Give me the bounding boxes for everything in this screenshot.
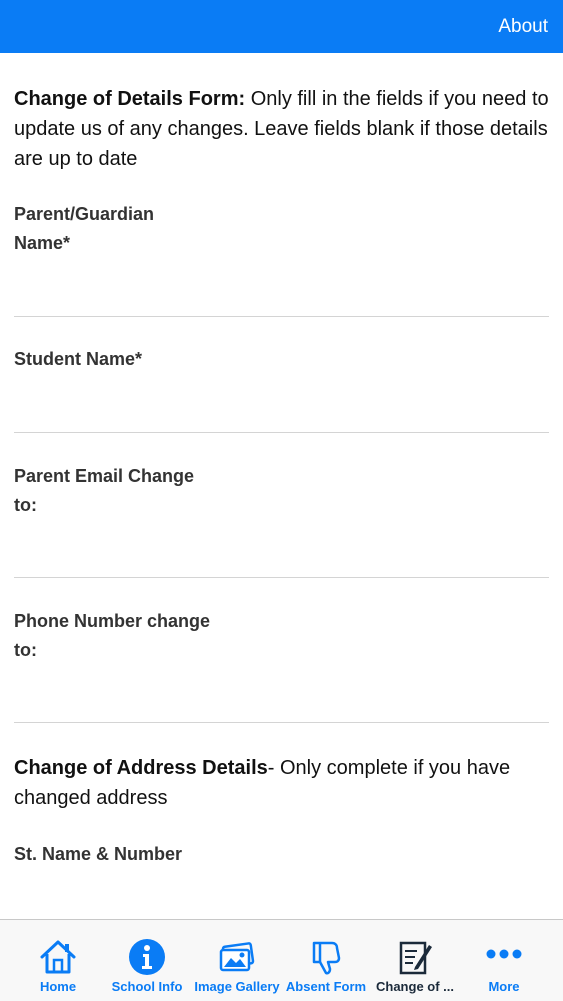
- student-name-input[interactable]: [14, 383, 553, 425]
- about-link[interactable]: About: [498, 16, 548, 38]
- form-intro-title: Change of Details Form:: [14, 88, 246, 110]
- more-icon: [486, 949, 522, 959]
- gallery-icon: [219, 942, 255, 972]
- tab-more[interactable]: More: [459, 920, 549, 1001]
- tab-home[interactable]: Home: [13, 920, 103, 1001]
- address-section-title: Change of Address Details: [14, 757, 268, 779]
- bottom-tab-bar: Home School Info Image Gallery Absent Fo…: [0, 919, 563, 1001]
- tab-more-label: More: [488, 979, 520, 994]
- student-name-field: Student Name*: [14, 345, 553, 425]
- info-icon: [129, 939, 165, 975]
- parent-email-label: Parent Email Change to:: [14, 466, 195, 515]
- parent-guardian-name-field: Parent/Guardian Name*: [14, 200, 553, 310]
- tab-absent-form[interactable]: Absent Form: [281, 920, 371, 1001]
- home-icon: [40, 940, 76, 974]
- phone-number-field: Phone Number change to:: [14, 607, 553, 717]
- top-navigation-bar: About: [0, 0, 563, 53]
- thumbs-down-icon: [312, 941, 341, 975]
- tab-home-label: Home: [39, 979, 77, 994]
- street-name-number-input[interactable]: [14, 872, 553, 914]
- tab-school-info-label: School Info: [111, 979, 183, 994]
- tab-absent-form-label: Absent Form: [285, 979, 367, 994]
- parent-guardian-name-input[interactable]: [14, 268, 553, 310]
- tab-change-of-details[interactable]: Change of ...: [370, 920, 460, 1001]
- tab-school-info[interactable]: School Info: [102, 920, 192, 1001]
- street-name-number-field: St. Name & Number: [14, 840, 553, 914]
- form-intro: Change of Details Form: Only fill in the…: [14, 84, 554, 174]
- street-name-number-label: St. Name & Number: [14, 844, 183, 864]
- divider: [14, 432, 549, 433]
- student-name-label: Student Name*: [14, 349, 143, 369]
- divider: [14, 577, 549, 578]
- parent-email-input[interactable]: [14, 530, 553, 572]
- phone-number-input[interactable]: [14, 675, 553, 717]
- parent-email-field: Parent Email Change to:: [14, 462, 553, 572]
- parent-guardian-name-label: Parent/Guardian Name*: [14, 204, 155, 253]
- phone-number-label: Phone Number change to:: [14, 611, 211, 660]
- tab-change-of-details-label: Change of ...: [376, 979, 454, 994]
- divider: [14, 316, 549, 317]
- divider: [14, 722, 549, 723]
- tab-image-gallery-label: Image Gallery: [194, 979, 280, 994]
- edit-form-icon: [399, 941, 432, 975]
- tab-image-gallery[interactable]: Image Gallery: [192, 920, 282, 1001]
- address-section-heading: Change of Address Details- Only complete…: [14, 753, 544, 813]
